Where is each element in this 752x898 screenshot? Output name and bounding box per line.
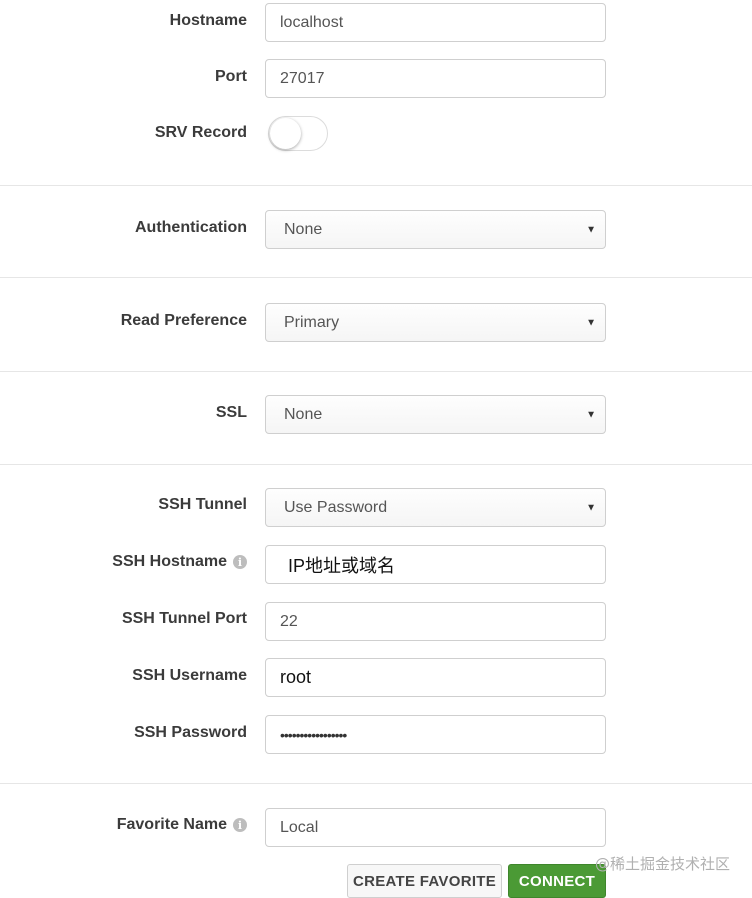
- section-divider: [0, 371, 752, 372]
- ssh-username-input[interactable]: root: [265, 658, 606, 697]
- chevron-down-icon: ▼: [586, 409, 596, 420]
- section-divider: [0, 185, 752, 186]
- watermark: @稀土掘金技术社区: [594, 855, 730, 873]
- read-preference-label: Read Preference: [120, 312, 247, 329]
- chevron-down-icon: ▼: [586, 502, 596, 513]
- ssh-hostname-label: SSH Hostname i: [7, 550, 247, 574]
- ssl-select[interactable]: None ▼: [265, 395, 606, 434]
- ssh-hostname-input[interactable]: IP地址或域名: [265, 545, 606, 584]
- srv-record-toggle[interactable]: [268, 116, 328, 151]
- srv-record-label: SRV Record: [154, 124, 247, 141]
- ssh-tunnel-select[interactable]: Use Password ▼: [265, 488, 606, 527]
- create-favorite-button[interactable]: CREATE FAVORITE: [347, 864, 502, 898]
- connect-button[interactable]: CONNECT: [508, 864, 606, 898]
- section-divider: [0, 464, 752, 465]
- info-icon[interactable]: i: [233, 555, 247, 569]
- authentication-label: Authentication: [135, 219, 247, 236]
- ssh-tunnel-port-label: SSH Tunnel Port: [121, 610, 247, 627]
- port-input[interactable]: 27017: [265, 59, 606, 98]
- favorite-name-label: Favorite Name i: [7, 813, 247, 837]
- info-icon[interactable]: i: [233, 818, 247, 832]
- ssh-tunnel-port-input[interactable]: 22: [265, 602, 606, 641]
- chevron-down-icon: ▼: [586, 224, 596, 235]
- ssh-tunnel-label: SSH Tunnel: [158, 496, 247, 513]
- ssh-password-label: SSH Password: [134, 724, 247, 741]
- chevron-down-icon: ▼: [586, 317, 596, 328]
- read-preference-select[interactable]: Primary ▼: [265, 303, 606, 342]
- section-divider: [0, 277, 752, 278]
- ssl-label: SSL: [215, 404, 247, 421]
- authentication-select[interactable]: None ▼: [265, 210, 606, 249]
- section-divider: [0, 783, 752, 784]
- hostname-label: Hostname: [169, 12, 247, 29]
- favorite-name-input[interactable]: Local: [265, 808, 606, 847]
- ssh-password-input[interactable]: •••••••••••••••••: [265, 715, 606, 754]
- toggle-knob: [270, 118, 301, 149]
- hostname-input[interactable]: localhost: [265, 3, 606, 42]
- ssh-username-label: SSH Username: [132, 667, 247, 684]
- port-label: Port: [215, 68, 247, 85]
